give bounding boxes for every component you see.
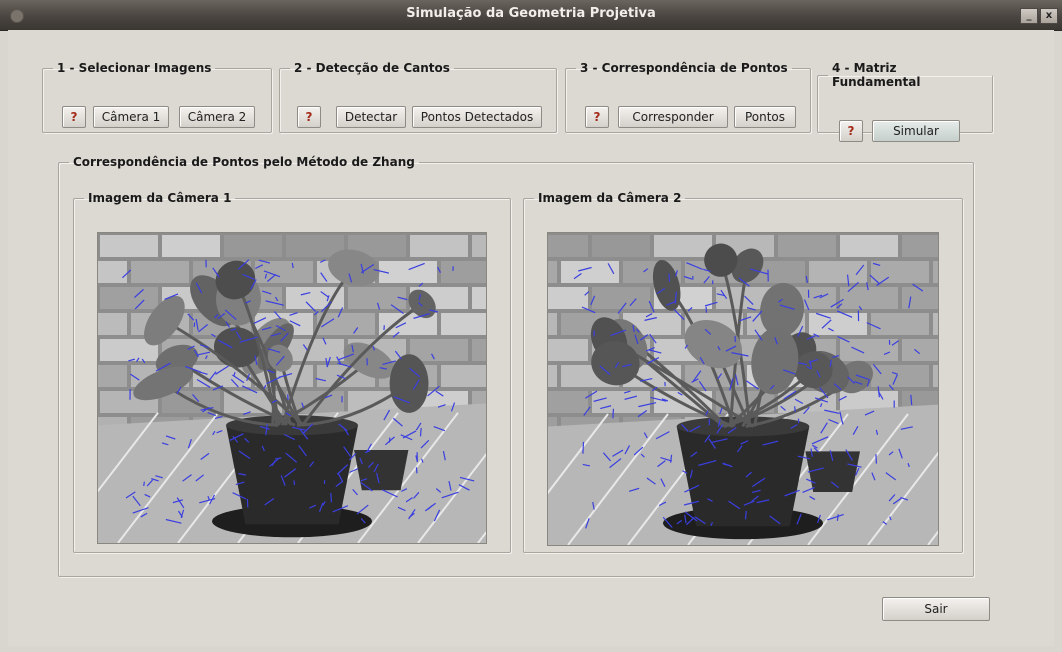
- camera1-image-legend: Imagem da Câmera 1: [88, 191, 232, 205]
- matching-panel: Correspondência de Pontos pelo Método de…: [58, 155, 974, 577]
- exit-button[interactable]: Sair: [882, 597, 990, 621]
- step3-group: 3 - Correspondência de Pontos ? Correspo…: [565, 61, 811, 133]
- detected-points-button[interactable]: Pontos Detectados: [412, 106, 542, 128]
- match-button[interactable]: Corresponder: [618, 106, 728, 128]
- step3-help-button[interactable]: ?: [585, 106, 609, 128]
- minimize-button[interactable]: _: [1020, 8, 1038, 24]
- plant-photo: [98, 233, 486, 543]
- step2-help-button[interactable]: ?: [297, 106, 321, 128]
- detect-button[interactable]: Detectar: [336, 106, 406, 128]
- step1-group: 1 - Selecionar Imagens ? Câmera 1 Câmera…: [42, 61, 272, 133]
- window-title: Simulação da Geometria Projetiva: [406, 6, 656, 21]
- step4-group: 4 - Matriz Fundamental ? Simular: [817, 61, 993, 142]
- step1-legend: 1 - Selecionar Imagens: [57, 61, 212, 75]
- close-button[interactable]: x: [1040, 8, 1058, 24]
- simulate-button[interactable]: Simular: [872, 120, 960, 142]
- camera2-image: [547, 232, 939, 546]
- title-bar: Simulação da Geometria Projetiva _ x: [0, 0, 1062, 31]
- camera1-button[interactable]: Câmera 1: [93, 106, 169, 128]
- step2-group: 2 - Detecção de Cantos ? Detectar Pontos…: [279, 61, 557, 133]
- step1-help-button[interactable]: ?: [62, 106, 86, 128]
- camera2-image-legend: Imagem da Câmera 2: [538, 191, 682, 205]
- points-button[interactable]: Pontos: [734, 106, 796, 128]
- camera1-image: [97, 232, 487, 544]
- main-window: 1 - Selecionar Imagens ? Câmera 1 Câmera…: [8, 30, 1054, 646]
- camera2-image-group: Imagem da Câmera 2: [523, 191, 963, 553]
- matching-panel-legend: Correspondência de Pontos pelo Método de…: [73, 155, 415, 169]
- plant-photo: [548, 233, 938, 545]
- step4-help-button[interactable]: ?: [839, 120, 863, 142]
- step2-legend: 2 - Detecção de Cantos: [294, 61, 450, 75]
- step4-legend: 4 - Matriz Fundamental: [832, 61, 921, 89]
- camera1-image-group: Imagem da Câmera 1: [73, 191, 511, 553]
- step3-legend: 3 - Correspondência de Pontos: [580, 61, 788, 75]
- camera2-button[interactable]: Câmera 2: [179, 106, 255, 128]
